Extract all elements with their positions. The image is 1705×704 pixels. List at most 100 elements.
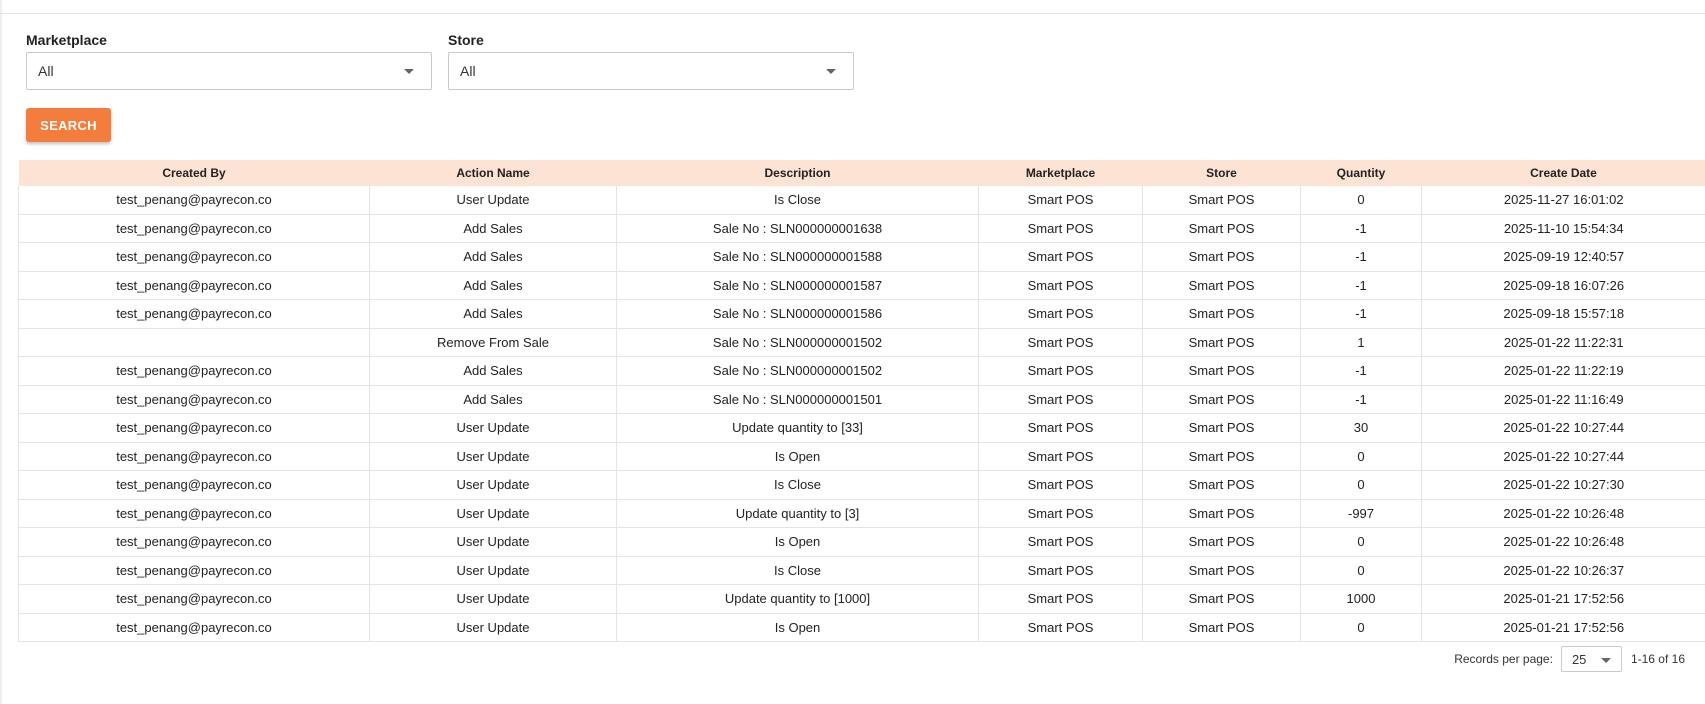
table-cell-create-date: 2025-11-10 15:54:34 xyxy=(1421,214,1705,243)
chevron-down-icon xyxy=(826,69,836,74)
table-cell-store: Smart POS xyxy=(1142,613,1301,642)
table-cell-marketplace: Smart POS xyxy=(978,613,1143,642)
store-filter: Store All xyxy=(448,32,854,90)
table-cell-marketplace: Smart POS xyxy=(978,556,1143,585)
table-cell-store: Smart POS xyxy=(1142,499,1301,528)
table-cell-created-by xyxy=(18,328,370,357)
marketplace-select-value: All xyxy=(38,63,54,79)
table-cell-marketplace: Smart POS xyxy=(978,499,1143,528)
table-cell-store: Smart POS xyxy=(1142,527,1301,557)
table-cell-action-name: User Update xyxy=(369,527,617,557)
table-cell-description: Is Open xyxy=(616,613,979,642)
table-cell-created-by: test_penang@payrecon.co xyxy=(18,385,370,414)
table-row: test_penang@payrecon.co User Update Update… xyxy=(18,499,1705,528)
table-cell-created-by: test_penang@payrecon.co xyxy=(18,584,370,614)
table-cell-create-date: 2025-09-19 12:40:57 xyxy=(1421,242,1705,272)
table-cell-action-name: Remove From Sale xyxy=(369,328,617,357)
table-cell-action-name: User Update xyxy=(369,499,617,528)
table-cell-create-date: 2025-01-22 10:27:30 xyxy=(1421,470,1705,500)
table-cell-action-name: Add Sales xyxy=(369,242,617,272)
table-cell-store: Smart POS xyxy=(1142,356,1301,386)
column-header-description: Description xyxy=(616,160,979,186)
table-cell-create-date: 2025-01-21 17:52:56 xyxy=(1421,584,1705,614)
table-cell-action-name: Add Sales xyxy=(369,385,617,414)
page: Marketplace All Store All SEARCH Created… xyxy=(0,0,1705,704)
table-cell-marketplace: Smart POS xyxy=(978,442,1143,471)
table-cell-description: Update quantity to [1000] xyxy=(616,584,979,614)
table-cell-create-date: 2025-01-22 11:22:19 xyxy=(1421,356,1705,386)
table-row: test_penang@payrecon.co Add Sales Sale No … xyxy=(18,299,1705,329)
table-cell-action-name: User Update xyxy=(369,442,617,471)
store-select-value: All xyxy=(460,63,476,79)
table-cell-description: Update quantity to [33] xyxy=(616,413,979,443)
table-cell-quantity: -997 xyxy=(1300,499,1422,528)
marketplace-filter: Marketplace All xyxy=(26,32,432,90)
table-cell-quantity: 1 xyxy=(1300,328,1422,357)
table-row: test_penang@payrecon.co User Update Is Clo… xyxy=(18,470,1705,500)
records-per-page-select[interactable]: 25 xyxy=(1560,646,1622,672)
table-cell-created-by: test_penang@payrecon.co xyxy=(18,470,370,500)
table-cell-marketplace: Smart POS xyxy=(978,214,1143,243)
table-cell-created-by: test_penang@payrecon.co xyxy=(18,527,370,557)
table-cell-create-date: 2025-11-27 16:01:02 xyxy=(1421,186,1705,215)
table-row: test_penang@payrecon.co Add Sales Sale No … xyxy=(18,356,1705,386)
table-cell-action-name: Add Sales xyxy=(369,356,617,386)
table-cell-quantity: 0 xyxy=(1300,556,1422,585)
table-cell-store: Smart POS xyxy=(1142,214,1301,243)
table-row: test_penang@payrecon.co User Update Is Ope… xyxy=(18,613,1705,642)
records-per-page-label: Records per page: xyxy=(1454,652,1553,666)
table-cell-action-name: User Update xyxy=(369,186,617,215)
table-cell-description: Sale No : SLN000000001502 xyxy=(616,356,979,386)
table-cell-marketplace: Smart POS xyxy=(978,186,1143,215)
table-cell-store: Smart POS xyxy=(1142,442,1301,471)
table-row: test_penang@payrecon.co Add Sales Sale No … xyxy=(18,214,1705,243)
chevron-down-icon xyxy=(404,69,414,74)
top-divider xyxy=(0,13,1705,14)
marketplace-filter-label: Marketplace xyxy=(26,32,107,48)
table-cell-quantity: -1 xyxy=(1300,299,1422,329)
table-cell-description: Update quantity to [3] xyxy=(616,499,979,528)
table-cell-store: Smart POS xyxy=(1142,186,1301,215)
table-cell-description: Is Close xyxy=(616,470,979,500)
table-cell-action-name: User Update xyxy=(369,470,617,500)
table-cell-created-by: test_penang@payrecon.co xyxy=(18,271,370,300)
table-cell-quantity: -1 xyxy=(1300,242,1422,272)
table-cell-created-by: test_penang@payrecon.co xyxy=(18,186,370,215)
column-header-created-by: Created By xyxy=(18,160,370,186)
table-cell-create-date: 2025-01-22 11:16:49 xyxy=(1421,385,1705,414)
table-cell-marketplace: Smart POS xyxy=(978,299,1143,329)
store-select[interactable]: All xyxy=(448,52,854,90)
chevron-down-icon xyxy=(1600,658,1611,663)
column-header-quantity: Quantity xyxy=(1300,160,1422,186)
table-row: test_penang@payrecon.co Add Sales Sale No … xyxy=(18,385,1705,414)
table-cell-store: Smart POS xyxy=(1142,242,1301,272)
store-filter-label: Store xyxy=(448,32,484,48)
table-cell-created-by: test_penang@payrecon.co xyxy=(18,499,370,528)
table-row: test_penang@payrecon.co User Update Update… xyxy=(18,413,1705,443)
table-cell-marketplace: Smart POS xyxy=(978,385,1143,414)
pagination: Records per page: 25 1-16 of 16 xyxy=(1454,646,1685,672)
table-cell-description: Sale No : SLN000000001587 xyxy=(616,271,979,300)
marketplace-select[interactable]: All xyxy=(26,52,432,90)
table-row: test_penang@payrecon.co Add Sales Sale No … xyxy=(18,242,1705,272)
table-cell-create-date: 2025-09-18 16:07:26 xyxy=(1421,271,1705,300)
table-cell-marketplace: Smart POS xyxy=(978,470,1143,500)
table-cell-create-date: 2025-01-22 10:26:48 xyxy=(1421,527,1705,557)
table-cell-created-by: test_penang@payrecon.co xyxy=(18,299,370,329)
table-cell-quantity: -1 xyxy=(1300,271,1422,300)
table-cell-quantity: 0 xyxy=(1300,527,1422,557)
table-cell-create-date: 2025-01-22 10:26:48 xyxy=(1421,499,1705,528)
search-button[interactable]: SEARCH xyxy=(26,108,111,142)
table-cell-store: Smart POS xyxy=(1142,299,1301,329)
table-cell-store: Smart POS xyxy=(1142,413,1301,443)
table-cell-marketplace: Smart POS xyxy=(978,413,1143,443)
table-cell-marketplace: Smart POS xyxy=(978,584,1143,614)
table-cell-created-by: test_penang@payrecon.co xyxy=(18,442,370,471)
table-cell-created-by: test_penang@payrecon.co xyxy=(18,242,370,272)
table-cell-created-by: test_penang@payrecon.co xyxy=(18,214,370,243)
table-cell-create-date: 2025-01-21 17:52:56 xyxy=(1421,613,1705,642)
column-header-action-name: Action Name xyxy=(369,160,617,186)
table-row: test_penang@payrecon.co User Update Is Clo… xyxy=(18,556,1705,585)
table-cell-created-by: test_penang@payrecon.co xyxy=(18,556,370,585)
table-cell-action-name: User Update xyxy=(369,556,617,585)
